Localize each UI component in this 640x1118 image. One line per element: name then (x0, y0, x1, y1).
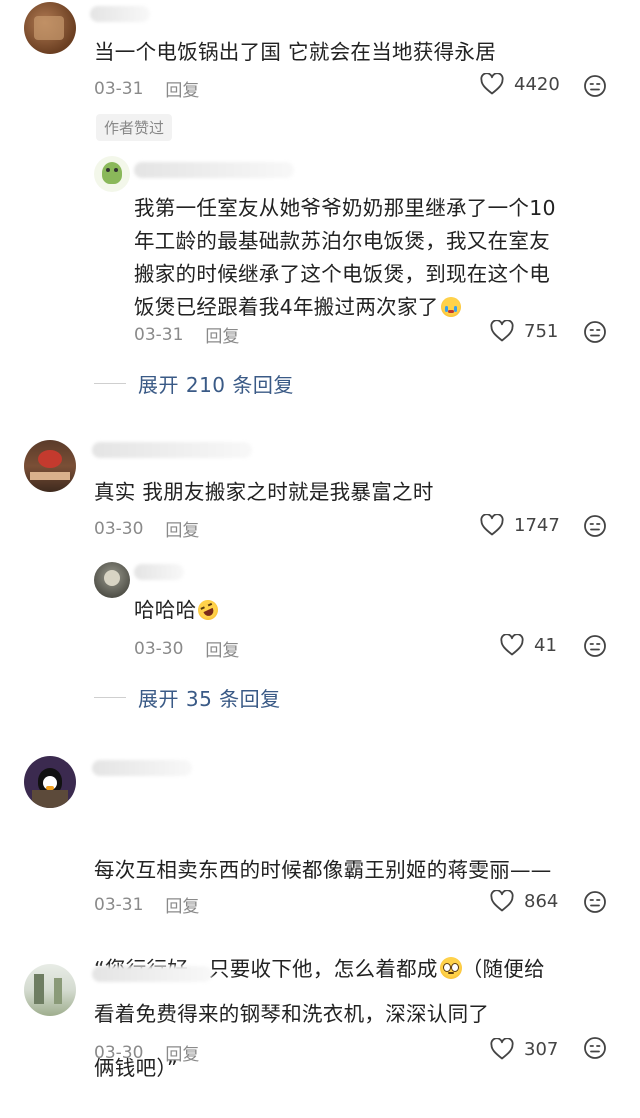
username-blurred (92, 760, 192, 776)
like-button[interactable]: 751 (490, 320, 558, 342)
reply-text: 哈哈哈 (134, 594, 222, 627)
avatar[interactable] (24, 964, 76, 1016)
username-blurred (134, 162, 294, 178)
expand-replies-label: 展开 210 条回复 (138, 373, 294, 397)
like-count: 307 (524, 1038, 559, 1060)
unhappy-face-icon[interactable] (583, 320, 607, 344)
heart-outline-icon (500, 634, 524, 656)
comment-text-segment: （随便给 (461, 957, 545, 981)
unhappy-face-icon[interactable] (583, 514, 607, 538)
avatar[interactable] (94, 562, 130, 598)
comment-text: 真实 我朋友搬家之时就是我暴富之时 (94, 480, 434, 504)
reply-date: 03-31 (134, 324, 184, 345)
comment-text: 看着免费得来的钢琴和洗衣机，深深认同了 (94, 1002, 490, 1026)
divider (94, 697, 126, 698)
reply-text-body: 哈哈哈 (134, 598, 197, 622)
unhappy-face-icon[interactable] (583, 74, 607, 98)
author-liked-badge: 作者赞过 (96, 114, 173, 141)
comment-meta: 03-31 回复 (94, 76, 199, 102)
heart-outline-icon (490, 890, 514, 912)
username-blurred (92, 966, 212, 982)
reply-date: 03-30 (134, 638, 184, 659)
like-button[interactable]: 307 (490, 1038, 558, 1060)
like-count: 1747 (514, 514, 560, 536)
reply-button[interactable]: 回复 (165, 892, 199, 917)
reply-text-body: 我第一任室友从她爷爷奶奶那里继承了一个10 年工龄的最基础款苏泊尔电饭煲，我又在… (134, 196, 556, 319)
username-blurred (134, 564, 184, 580)
heart-outline-icon (490, 320, 514, 342)
comment-text: 当一个电饭锅出了国 它就会在当地获得永居 (94, 40, 497, 64)
crying-face-emoji (440, 297, 461, 317)
reply-button[interactable]: 回复 (165, 516, 199, 541)
username-blurred (92, 442, 252, 458)
like-button[interactable]: 4420 (480, 73, 560, 95)
like-count: 751 (524, 320, 559, 342)
heart-outline-icon (490, 1038, 514, 1060)
unhappy-face-icon[interactable] (583, 1036, 607, 1060)
comment-date: 03-30 (94, 518, 144, 539)
reply-text: 我第一任室友从她爷爷奶奶那里继承了一个10 年工龄的最基础款苏泊尔电饭煲，我又在… (134, 192, 556, 324)
reply-button[interactable]: 回复 (205, 322, 239, 347)
reply-button[interactable]: 回复 (165, 1040, 199, 1065)
username-blurred (90, 6, 150, 22)
comment-date: 03-31 (94, 894, 144, 915)
heart-outline-icon (480, 73, 504, 95)
unhappy-face-icon[interactable] (583, 634, 607, 658)
like-count: 41 (534, 634, 557, 656)
comment-text-line: 每次互相卖东西的时候都像霸王别姬的蒋雯丽—— (94, 858, 552, 882)
reply-button[interactable]: 回复 (165, 76, 199, 101)
like-button[interactable]: 41 (500, 634, 557, 656)
like-count: 4420 (514, 73, 560, 95)
avatar[interactable] (24, 440, 76, 492)
reply-meta: 03-31 回复 (134, 322, 239, 348)
expand-replies-button[interactable]: 展开 210 条回复 (94, 369, 294, 398)
reply-meta: 03-30 回复 (134, 636, 239, 662)
reply-button[interactable]: 回复 (205, 636, 239, 661)
comment-text: 每次互相卖东西的时候都像霸王别姬的蒋雯丽—— “您行行好，只要收下他，怎么着都成… (94, 788, 552, 1118)
comment-meta: 03-30 回复 (94, 1040, 199, 1066)
like-count: 864 (524, 890, 559, 912)
expand-replies-button[interactable]: 展开 35 条回复 (94, 683, 281, 712)
like-button[interactable]: 1747 (480, 514, 560, 536)
rolling-laughing-emoji (195, 596, 222, 624)
avatar[interactable] (24, 2, 76, 54)
avatar[interactable] (24, 756, 76, 808)
avatar[interactable] (94, 156, 130, 192)
heart-outline-icon (480, 514, 504, 536)
comment-date: 03-30 (94, 1042, 144, 1063)
comment-meta: 03-30 回复 (94, 516, 199, 542)
pleading-face-emoji (439, 957, 462, 979)
comment-meta: 03-31 回复 (94, 892, 199, 918)
unhappy-face-icon[interactable] (583, 890, 607, 914)
comment-date: 03-31 (94, 78, 144, 99)
expand-replies-label: 展开 35 条回复 (138, 687, 281, 711)
divider (94, 383, 126, 384)
like-button[interactable]: 864 (490, 890, 558, 912)
